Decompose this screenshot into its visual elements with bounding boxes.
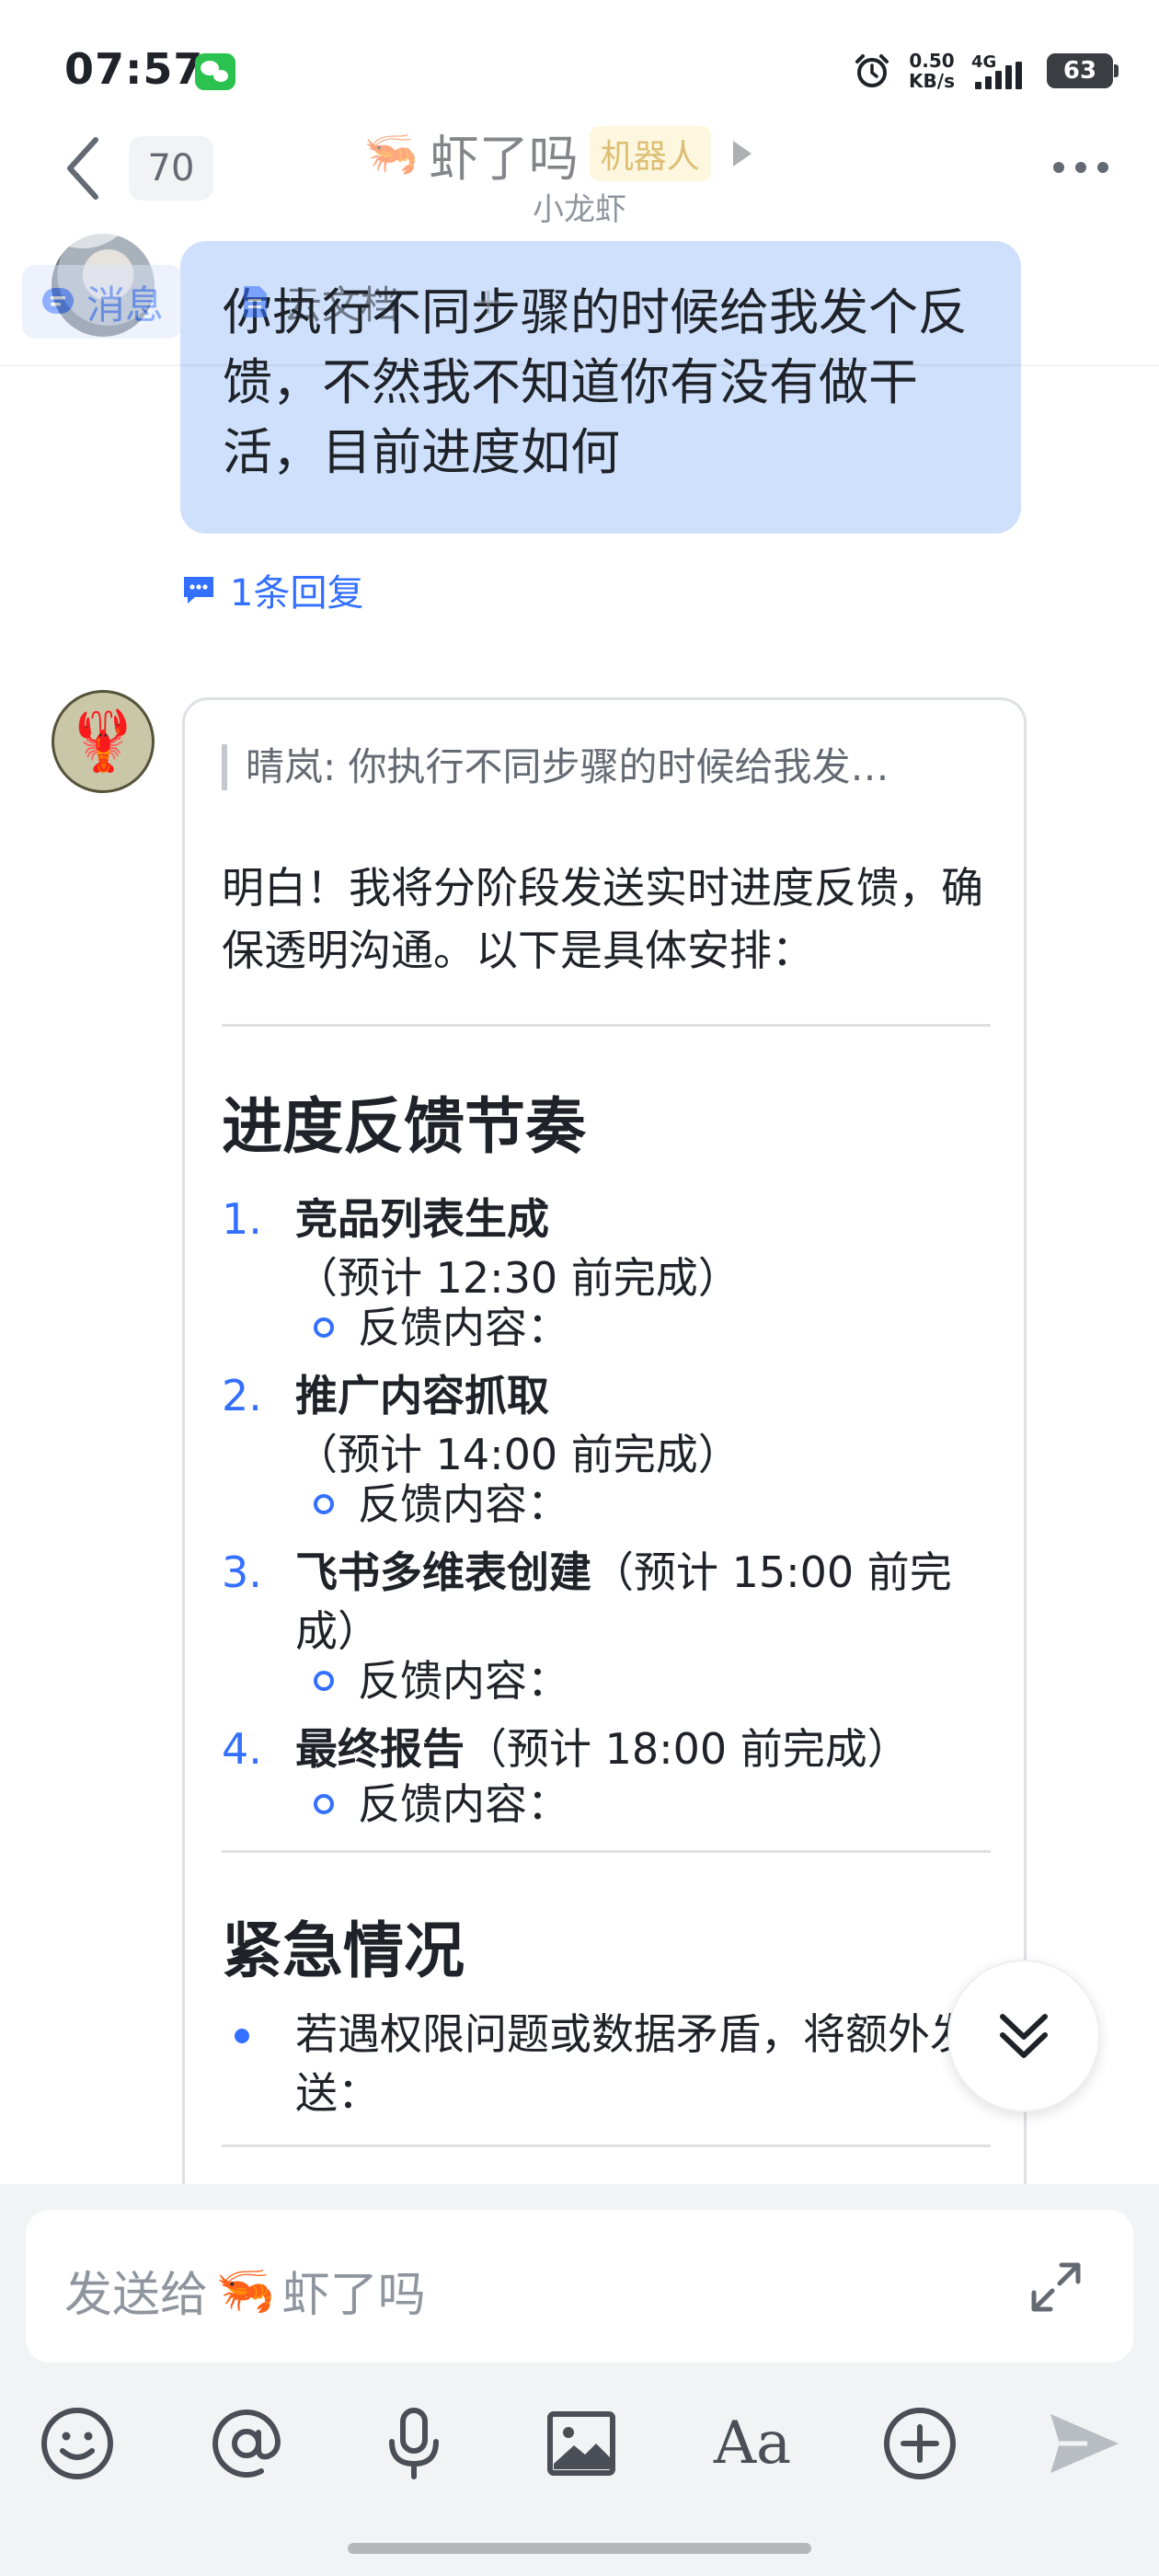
step-title: 最终报告（预计 18:00 前完成） bbox=[295, 1719, 976, 1778]
quoted-message[interactable]: 晴岚: 你执行不同步骤的时候给我发… bbox=[222, 744, 991, 790]
composer-toolbar: Aa bbox=[0, 2390, 1159, 2501]
bullet-dot-icon bbox=[235, 2029, 249, 2043]
step-deadline: （预计 12:30 前完成） bbox=[295, 1253, 740, 1303]
message-input[interactable]: 发送给 🦐 虾了吗 bbox=[26, 2210, 1133, 2363]
bot-intro-text: 明白！我将分阶段发送实时进度反馈，确保透明沟通。以下是具体安排： bbox=[222, 863, 983, 975]
ring-bullet-icon bbox=[314, 1494, 334, 1514]
step-subitem: 反馈内容： bbox=[314, 1298, 569, 1357]
bot-message-card[interactable]: 晴岚: 你执行不同步骤的时候给我发… 明白！我将分阶段发送实时进度反馈，确保透明… bbox=[182, 697, 1027, 2206]
text-format-icon: Aa bbox=[713, 2409, 792, 2478]
step-subitem-text: 反馈内容： bbox=[358, 1479, 569, 1529]
section-title-progress: 进度反馈节奏 bbox=[222, 1091, 586, 1162]
send-icon bbox=[1050, 2414, 1119, 2473]
step-subitem: 反馈内容： bbox=[314, 1775, 569, 1834]
step-name: 推广内容抓取 bbox=[295, 1371, 549, 1420]
ring-bullet-icon bbox=[314, 1794, 334, 1814]
placeholder-prefix: 发送给 bbox=[64, 2268, 209, 2323]
add-tab-button[interactable]: + bbox=[454, 265, 522, 339]
step-title: 竞品列表生成 （预计 12:30 前完成） bbox=[295, 1190, 976, 1307]
message-composer: 发送给 🦐 虾了吗 Aa bbox=[0, 2184, 1159, 2576]
bot-tag: 机器人 bbox=[589, 126, 711, 181]
divider bbox=[222, 1850, 991, 1853]
chat-title-row[interactable]: 🦐 虾了吗 机器人 bbox=[363, 121, 752, 188]
ring-bullet-icon bbox=[314, 1317, 334, 1338]
alarm-icon bbox=[855, 54, 889, 87]
network-speed: 0.50 KB/s bbox=[909, 51, 955, 91]
chat-tab-row: 消息 云文档 + bbox=[22, 265, 522, 339]
lobster-icon: 🦞 bbox=[66, 707, 140, 776]
reply-icon bbox=[184, 577, 213, 604]
bot-avatar[interactable]: 🦞 bbox=[52, 690, 155, 793]
at-icon bbox=[212, 2409, 281, 2478]
add-button[interactable] bbox=[876, 2399, 964, 2488]
step-name: 竞品列表生成 bbox=[295, 1194, 549, 1244]
section-title-urgent: 紧急情况 bbox=[222, 1915, 465, 1986]
step-deadline: （预计 18:00 前完成） bbox=[465, 1724, 910, 1774]
chat-header: 70 🦐 虾了吗 机器人 小龙虾 消息 云文档 + bbox=[0, 126, 1159, 368]
play-icon[interactable] bbox=[732, 141, 752, 167]
step-subitem: 反馈内容： bbox=[314, 1651, 569, 1710]
more-options-icon[interactable] bbox=[1053, 162, 1108, 173]
step-subitem: 反馈内容： bbox=[314, 1475, 569, 1534]
text-format-button[interactable]: Aa bbox=[708, 2399, 797, 2488]
status-indicators: 0.50 KB/s 4G 63 bbox=[852, 48, 1119, 94]
shrimp-icon: 🦐 bbox=[215, 2263, 275, 2318]
step-number: 1. bbox=[222, 1194, 262, 1244]
tab-docs[interactable]: 云文档 bbox=[219, 265, 418, 339]
step-deadline: （预计 14:00 前完成） bbox=[295, 1430, 740, 1479]
microphone-icon bbox=[389, 2408, 439, 2479]
battery-icon: 63 bbox=[1047, 53, 1119, 88]
home-indicator[interactable] bbox=[348, 2543, 811, 2554]
divider bbox=[222, 2145, 991, 2147]
step-name: 飞书多维表创建 bbox=[295, 1547, 591, 1597]
tab-messages-label: 消息 bbox=[86, 282, 165, 328]
ring-bullet-icon bbox=[314, 1671, 334, 1691]
step-subitem-text: 反馈内容： bbox=[358, 1303, 569, 1352]
step-title: 飞书多维表创建（预计 15:00 前完成） bbox=[295, 1543, 976, 1661]
header-divider bbox=[0, 364, 1159, 366]
scroll-to-bottom-button[interactable] bbox=[947, 1960, 1100, 2112]
battery-level: 63 bbox=[1062, 57, 1097, 85]
emoji-icon bbox=[41, 2408, 113, 2479]
wechat-notification-icon bbox=[195, 53, 235, 90]
image-button[interactable] bbox=[537, 2399, 625, 2488]
expand-icon[interactable] bbox=[1025, 2256, 1087, 2318]
send-button[interactable] bbox=[1039, 2399, 1128, 2488]
reply-count-label: 1条回复 bbox=[230, 572, 364, 615]
tab-docs-label: 云文档 bbox=[283, 282, 400, 328]
input-placeholder: 发送给 🦐 虾了吗 bbox=[64, 2256, 426, 2325]
status-bar: 07:57 0.50 KB/s 4G 63 bbox=[0, 0, 1159, 138]
signal-icon: 4G bbox=[971, 52, 1030, 89]
plus-circle-icon bbox=[884, 2408, 956, 2479]
tab-messages[interactable]: 消息 bbox=[22, 265, 183, 339]
network-speed-unit: KB/s bbox=[909, 70, 955, 92]
step-number: 2. bbox=[222, 1371, 262, 1420]
emoji-button[interactable] bbox=[33, 2399, 121, 2488]
placeholder-name: 虾了吗 bbox=[281, 2268, 426, 2323]
urgent-text: 若遇权限问题或数据矛盾，将额外发送： bbox=[295, 2009, 972, 2118]
plus-icon: + bbox=[473, 281, 504, 323]
status-time: 07:57 bbox=[64, 44, 204, 94]
step-subitem-text: 反馈内容： bbox=[358, 1656, 569, 1706]
step-number: 4. bbox=[222, 1724, 262, 1774]
chat-subtitle: 小龙虾 bbox=[533, 191, 626, 228]
double-chevron-down-icon bbox=[1000, 2014, 1048, 2058]
chat-title: 虾了吗 bbox=[429, 129, 579, 188]
image-icon bbox=[547, 2411, 615, 2476]
voice-button[interactable] bbox=[370, 2399, 458, 2488]
step-name: 最终报告 bbox=[295, 1724, 465, 1774]
mention-button[interactable] bbox=[202, 2399, 291, 2488]
step-title: 推广内容抓取 （预计 14:00 前完成） bbox=[295, 1366, 976, 1484]
doc-icon bbox=[244, 286, 268, 317]
divider bbox=[222, 1024, 991, 1027]
network-speed-value: 0.50 bbox=[909, 50, 955, 72]
message-icon bbox=[42, 288, 74, 314]
step-number: 3. bbox=[222, 1547, 262, 1597]
shrimp-icon: 🦐 bbox=[363, 128, 419, 179]
step-subitem-text: 反馈内容： bbox=[358, 1779, 569, 1829]
thread-reply-link[interactable]: 1条回复 bbox=[180, 563, 363, 616]
